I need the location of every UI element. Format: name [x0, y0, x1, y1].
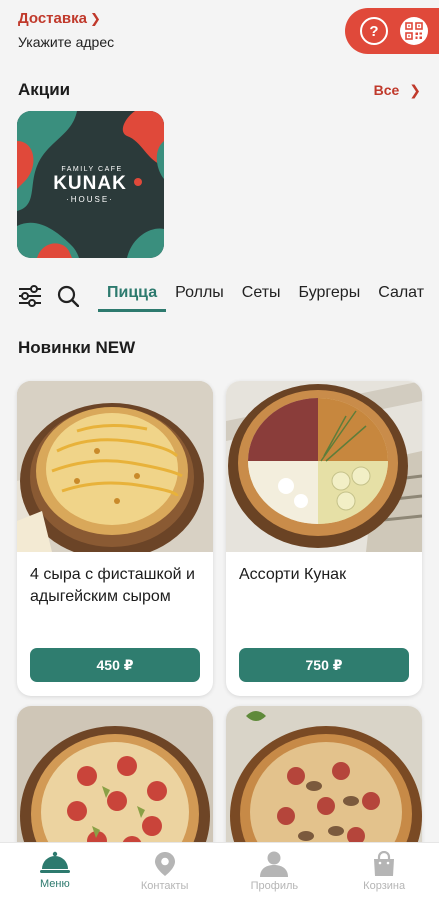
- product-card[interactable]: 4 сыра с фисташкой и адыгейским сыром 45…: [17, 381, 213, 696]
- delivery-label: Доставка: [18, 10, 87, 27]
- location-pin-icon: [154, 852, 175, 876]
- nav-label: Контакты: [140, 880, 189, 892]
- cloche-icon: [39, 851, 70, 873]
- section-title: Новинки NEW: [18, 338, 136, 357]
- nav-item-profile[interactable]: Профиль: [220, 843, 330, 900]
- promos-all-link[interactable]: Все ❯: [374, 82, 421, 99]
- qr-code-button[interactable]: [400, 17, 428, 45]
- filter-sliders-icon[interactable]: [18, 285, 42, 307]
- bag-icon: [374, 851, 395, 876]
- help-icon: ?: [369, 22, 379, 40]
- product-image: [226, 381, 422, 552]
- nav-item-contacts[interactable]: Контакты: [110, 843, 220, 900]
- address-prompt[interactable]: Укажите адрес: [18, 34, 114, 50]
- category-tabs: Пицца Роллы Сеты Бургеры Салат: [98, 272, 433, 318]
- banner-bottom-text: ·HOUSE·: [66, 195, 114, 204]
- promo-banner[interactable]: FAMILY CAFE KUNAK ·HOUSE·: [17, 111, 164, 258]
- person-icon: [260, 851, 289, 877]
- nav-label: Корзина: [363, 880, 406, 892]
- tab-rolls[interactable]: Роллы: [166, 272, 233, 312]
- product-image: [17, 381, 213, 552]
- search-icon[interactable]: [57, 285, 79, 307]
- kunak-house-logo: FAMILY CAFE KUNAK ·HOUSE·: [17, 111, 164, 258]
- category-bar: Пицца Роллы Сеты Бургеры Салат: [0, 272, 439, 318]
- delivery-link[interactable]: Доставка ❯: [18, 10, 101, 27]
- nav-label: Меню: [40, 878, 70, 890]
- add-to-cart-button[interactable]: 750 ₽: [239, 648, 409, 682]
- product-name: 4 сыра с фисташкой и адыгейским сыром: [30, 566, 195, 605]
- help-button[interactable]: ?: [360, 17, 388, 45]
- nav-item-cart[interactable]: Корзина: [329, 843, 439, 900]
- banner-brand-text: KUNAK: [53, 173, 127, 194]
- tab-salads[interactable]: Салат: [369, 272, 433, 312]
- add-to-cart-button[interactable]: 450 ₽: [30, 648, 200, 682]
- promos-title: Акции: [18, 80, 71, 99]
- promos-all-label: Все: [373, 82, 400, 98]
- header: Доставка ❯ Укажите адрес ?: [0, 0, 439, 62]
- nav-item-menu[interactable]: Меню: [0, 843, 110, 900]
- banner-top-text: FAMILY CAFE: [61, 166, 122, 173]
- bottom-nav: Меню Контакты Профиль Корзина: [0, 842, 439, 900]
- product-name: Ассорти Кунак: [239, 566, 347, 583]
- qr-code-icon: [405, 22, 423, 40]
- promos-header: Акции Все ❯: [18, 80, 421, 100]
- product-card[interactable]: Ассорти Кунак 750 ₽: [226, 381, 422, 696]
- header-actions: ?: [345, 8, 439, 54]
- tab-sets[interactable]: Сеты: [233, 272, 290, 312]
- nav-label: Профиль: [250, 880, 299, 892]
- tab-burgers[interactable]: Бургеры: [290, 272, 370, 312]
- chevron-right-icon: ❯: [89, 10, 101, 26]
- chevron-right-icon: ❯: [409, 81, 421, 98]
- tab-pizza[interactable]: Пицца: [98, 272, 167, 312]
